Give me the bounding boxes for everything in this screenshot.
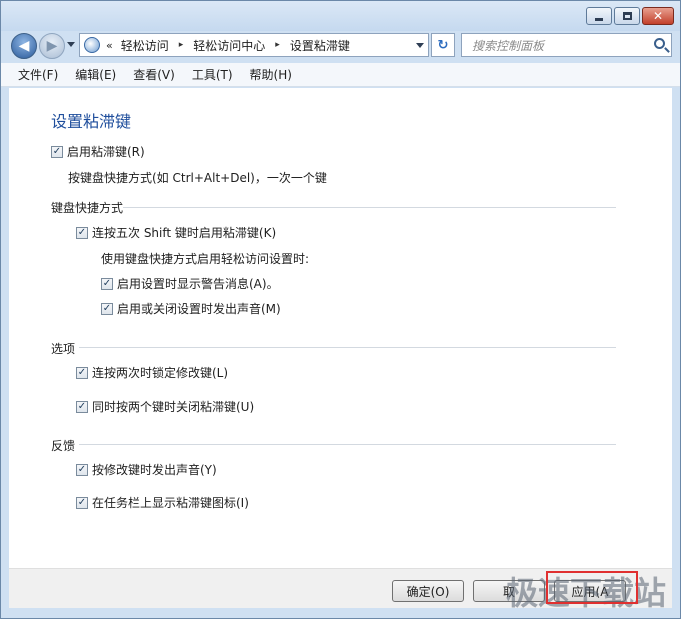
maximize-button[interactable] [614, 7, 640, 25]
close-button[interactable]: ✕ [642, 7, 674, 25]
divider [79, 444, 616, 445]
divider [79, 347, 616, 348]
menu-view[interactable]: 查看(V) [124, 66, 183, 83]
section-heading: 反馈 [51, 439, 76, 453]
title-bar: ✕ [1, 1, 680, 31]
menu-file[interactable]: 文件(F) [9, 66, 66, 83]
caption-buttons: ✕ [586, 7, 674, 25]
maximize-icon [622, 12, 632, 20]
search-icon[interactable] [654, 38, 665, 49]
checkbox-label: 按修改键时发出声音(Y) [92, 463, 217, 477]
menu-edit[interactable]: 编辑(E) [66, 66, 124, 83]
shift-five-times-checkbox[interactable]: ✓ 连按五次 Shift 键时启用粘滞键(K) [76, 224, 276, 241]
forward-arrow-icon: ▶ [46, 38, 58, 54]
section-options: 选项 [51, 340, 75, 357]
toggle-sound-checkbox[interactable]: ✓ 启用或关闭设置时发出声音(M) [101, 300, 281, 317]
checkbox-checked-icon[interactable]: ✓ [101, 277, 113, 290]
settings-panel: 设置粘滞键 ✓ 启用粘滞键(R) 按键盘快捷方式(如 Ctrl+Alt+Del)… [9, 88, 672, 568]
site-watermark: 极速下载站 [506, 568, 671, 612]
lock-modifier-checkbox[interactable]: ✓ 连按两次时锁定修改键(L) [76, 364, 228, 381]
checkbox-label: 同时按两个键时关闭粘滞键(U) [92, 400, 255, 414]
control-panel-icon [84, 37, 100, 53]
section-feedback: 反馈 [51, 437, 75, 454]
menu-tools[interactable]: 工具(T) [183, 66, 241, 83]
minimize-icon [595, 17, 603, 21]
back-button[interactable]: ◀ [11, 33, 37, 59]
beep-modifier-checkbox[interactable]: ✓ 按修改键时发出声音(Y) [76, 461, 217, 478]
checkbox-checked-icon[interactable]: ✓ [51, 145, 63, 158]
address-bar[interactable]: « 轻松访问 ▸ 轻松访问中心 ▸ 设置粘滞键 [79, 33, 429, 57]
breadcrumb-overflow[interactable]: « [106, 39, 113, 52]
taskbar-icon-checkbox[interactable]: ✓ 在任务栏上显示粘滞键图标(I) [76, 494, 249, 511]
address-dropdown-icon[interactable] [416, 43, 424, 48]
back-arrow-icon: ◀ [18, 38, 30, 54]
breadcrumb-separator-icon[interactable]: ▸ [275, 40, 280, 50]
refresh-button[interactable]: ↻ [431, 33, 455, 57]
checkbox-checked-icon[interactable]: ✓ [76, 463, 88, 476]
shortcut-subheading: 使用键盘快捷方式启用轻松访问设置时: [101, 252, 310, 266]
breadcrumb-separator-icon[interactable]: ▸ [179, 40, 184, 50]
section-heading: 键盘快捷方式 [51, 201, 124, 215]
checkbox-checked-icon[interactable]: ✓ [76, 366, 88, 379]
refresh-icon: ↻ [437, 37, 449, 53]
enable-description: 按键盘快捷方式(如 Ctrl+Alt+Del)，一次一个键 [68, 171, 327, 185]
search-input[interactable]: 搜索控制面板 [461, 33, 672, 57]
forward-button[interactable]: ▶ [39, 33, 65, 59]
checkbox-checked-icon[interactable]: ✓ [76, 496, 88, 509]
divider [123, 207, 616, 208]
search-placeholder: 搜索控制面板 [472, 38, 545, 53]
navigation-bar: ◀ ▶ « 轻松访问 ▸ 轻松访问中心 ▸ 设置粘滞键 ↻ 搜索控制面板 [1, 31, 680, 61]
watermark-highlight-box [546, 571, 638, 604]
checkbox-label: 在任务栏上显示粘滞键图标(I) [92, 496, 249, 510]
checkbox-checked-icon[interactable]: ✓ [101, 302, 113, 315]
turn-off-two-keys-checkbox[interactable]: ✓ 同时按两个键时关闭粘滞键(U) [76, 398, 254, 415]
checkbox-label: 启用或关闭设置时发出声音(M) [117, 302, 281, 316]
minimize-button[interactable] [586, 7, 612, 25]
page-title: 设置粘滞键 [51, 112, 132, 131]
show-warning-checkbox[interactable]: ✓ 启用设置时显示警告消息(A)。 [101, 275, 279, 292]
ok-button[interactable]: 确定(O) [392, 580, 464, 602]
breadcrumb-item[interactable]: 设置粘滞键 [290, 37, 350, 54]
checkbox-label: 启用设置时显示警告消息(A)。 [117, 277, 279, 291]
breadcrumb-item[interactable]: 轻松访问 [121, 37, 169, 54]
enable-sticky-keys-checkbox[interactable]: ✓ 启用粘滞键(R) [51, 143, 145, 160]
breadcrumb-item[interactable]: 轻松访问中心 [193, 37, 265, 54]
checkbox-checked-icon[interactable]: ✓ [76, 400, 88, 413]
close-icon: ✕ [652, 9, 664, 23]
recent-pages-dropdown[interactable] [67, 42, 75, 47]
control-panel-window: ✕ ◀ ▶ « 轻松访问 ▸ 轻松访问中心 ▸ 设置粘滞键 ↻ 搜索控制面板 文… [0, 0, 681, 619]
checkbox-label: 连按五次 Shift 键时启用粘滞键(K) [92, 226, 277, 240]
checkbox-label: 启用粘滞键(R) [67, 145, 145, 159]
section-heading: 选项 [51, 342, 76, 356]
menu-help[interactable]: 帮助(H) [241, 66, 300, 83]
checkbox-label: 连按两次时锁定修改键(L) [92, 366, 229, 380]
checkbox-checked-icon[interactable]: ✓ [76, 226, 88, 239]
menu-bar: 文件(F) 编辑(E) 查看(V) 工具(T) 帮助(H) [1, 63, 680, 87]
